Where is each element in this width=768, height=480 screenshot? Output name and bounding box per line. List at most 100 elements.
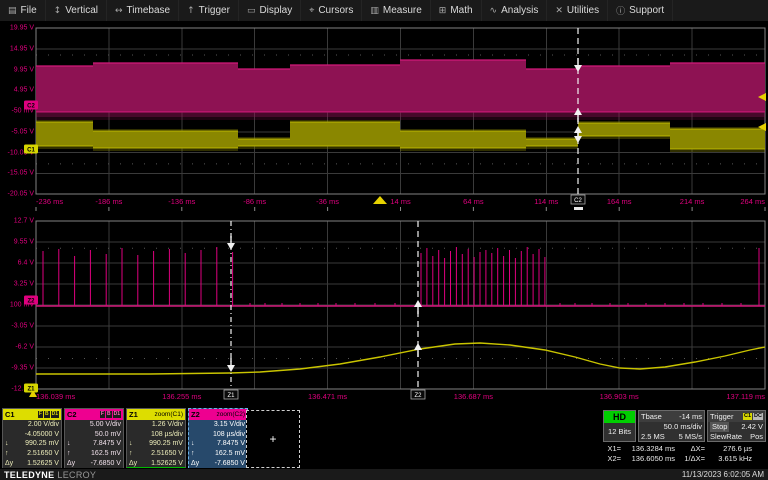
zoom-x-label: 136.903 ms (600, 392, 639, 401)
add-trace-box[interactable]: + (246, 410, 300, 468)
descriptor-z2[interactable]: Z2zoom(C2)3.15 V/div108 µs/div↓7.8475 V↑… (188, 408, 248, 469)
menu-math[interactable]: ⊞Math (431, 0, 482, 21)
menu-file[interactable]: ▤File (0, 0, 46, 21)
file-icon: ▤ (8, 6, 17, 16)
channel-badge: B (44, 411, 50, 418)
descriptor-row: 3.15 V/div (189, 420, 247, 430)
zoom-y-label: 12.7 V (0, 218, 34, 225)
c1-noise-fringe (526, 137, 578, 139)
menu-utilities[interactable]: ✕Utilities (547, 0, 608, 21)
datetime: 11/13/2023 6:02:05 AM (682, 470, 764, 479)
descriptor-row: 2.00 V/div (3, 420, 61, 430)
c1-waveform-band (290, 122, 400, 146)
c2-waveform-band (578, 66, 670, 112)
descriptor-z1[interactable]: Z1zoom(C1)1.26 V/div108 µs/div↓990.25 mV… (126, 408, 186, 469)
trigger-time-marker[interactable] (373, 196, 387, 204)
c1-noise-fringe (526, 146, 578, 149)
trigger-source-badge: C1 (743, 413, 752, 420)
c2-waveform-band (526, 69, 578, 112)
menu-cursors[interactable]: ⌖Cursors (301, 0, 362, 21)
cursor-readout: X1= 136.3284 ms ΔX= 276.6 µs X2= 136.605… (601, 444, 766, 464)
main-x-cursor-label-box (571, 195, 585, 204)
zoom-y-label: 6.4 V (0, 260, 34, 267)
c2-noise-fringe (36, 117, 765, 120)
brand-lecroy: LECROY (57, 470, 96, 480)
x1-cursor-label-box (224, 390, 238, 399)
dx-value: 276.6 µs (705, 444, 752, 454)
support-icon: ⓘ (616, 4, 625, 17)
main-x-label: 14 ms (390, 197, 410, 206)
c2-noise-fringe (36, 112, 765, 117)
x1-cursor-label: Z1 (227, 393, 235, 399)
c2-zero-marker[interactable] (24, 101, 38, 110)
x1-value: 136.3284 ms (621, 444, 675, 454)
invdx-label: 1/ΔX= (675, 454, 705, 464)
zoom-y-label: 9.55 V (0, 239, 34, 246)
c1-noise-fringe (400, 129, 526, 131)
trigger-type: SlewRate (710, 432, 742, 442)
descriptor-row: 1.26 V/div (127, 420, 185, 430)
trigger-slope: Pos (750, 432, 763, 442)
trigger-coupling-badge: DC (753, 413, 763, 420)
channel-badge: F (100, 411, 105, 418)
c1-noise-fringe (290, 120, 400, 122)
c1-zero-marker[interactable] (24, 145, 38, 154)
menu-measure[interactable]: ▥Measure (362, 0, 430, 21)
hd-bits: 12 Bits (604, 423, 635, 440)
zoom-x-label: 136.255 ms (162, 392, 201, 401)
menu-display[interactable]: ▭Display (239, 0, 301, 21)
trigger-level-marker[interactable] (758, 93, 766, 101)
math-icon: ⊞ (439, 6, 447, 16)
descriptor-header: C2FBD1 (65, 409, 123, 420)
main-y-label: 9.95 V (0, 66, 34, 73)
menu-vertical[interactable]: ↕Vertical (46, 0, 107, 21)
descriptor-row: ↓990.25 mV (3, 439, 61, 449)
c1-noise-fringe (93, 148, 238, 151)
c1-waveform-band (578, 123, 670, 136)
trigger-icon: ↑ (187, 6, 195, 16)
c2-waveform-band (36, 66, 93, 112)
hd-indicator[interactable]: HD 12 Bits (603, 410, 636, 442)
zoom-region-indicator[interactable] (574, 207, 583, 210)
descriptor-row: 108 µs/div (189, 430, 247, 440)
main-y-label: 14.95 V (0, 45, 34, 52)
c2-waveform-band (400, 60, 526, 112)
timebase-box[interactable]: Tbase -14 ms 50.0 ms/div 2.5 MS 5 MS/s (638, 410, 705, 442)
descriptor-c1[interactable]: C1FBD12.00 V/div-4.05000 V↓990.25 mV↑2.5… (2, 408, 62, 469)
utilities-icon: ✕ (555, 6, 563, 16)
channel-badge: D1 (113, 411, 121, 418)
trigger-level-marker[interactable] (758, 123, 766, 131)
zoom-y-label: -9.35 V (0, 365, 34, 372)
main-x-label: 114 ms (534, 197, 558, 206)
descriptor-header: Z2zoom(C2) (189, 409, 247, 420)
main-grid[interactable] (36, 28, 765, 194)
main-x-label: -186 ms (95, 197, 122, 206)
z2-zero-marker[interactable] (24, 296, 38, 305)
z1-zero-marker[interactable] (24, 384, 38, 393)
z1-waveform (36, 343, 765, 374)
descriptor-row: ↑162.5 mV (65, 449, 123, 459)
descriptor-header: C1FBD1 (3, 409, 61, 420)
timebase-icon: ↔ (115, 6, 123, 16)
zoom-x-label: 136.687 ms (454, 392, 493, 401)
c1-noise-fringe (400, 148, 526, 151)
main-y-label: -15.05 V (0, 170, 34, 177)
oscilloscope-screen: ▤File↕Vertical↔Timebase↑Trigger▭Display⌖… (0, 0, 768, 480)
menu-support[interactable]: ⓘSupport (608, 0, 673, 21)
channel-badge: D1 (51, 411, 59, 418)
descriptor-c2[interactable]: C2FBD15.00 V/div50.0 mV↓7.8475 V↑162.5 m… (64, 408, 124, 469)
menu-trigger[interactable]: ↑Trigger (179, 0, 239, 21)
menu-timebase[interactable]: ↔Timebase (107, 0, 179, 21)
c1-noise-fringe (578, 121, 670, 123)
zoom-grid[interactable] (36, 221, 765, 389)
zoom-source: zoom(C2) (216, 411, 245, 418)
channel-badge: F (38, 411, 43, 418)
brand-teledyne: TELEDYNE (4, 470, 54, 480)
x1-label: X1= (601, 444, 621, 454)
menu-analysis[interactable]: ∿Analysis (482, 0, 548, 21)
main-x-cursor-label: C2 (574, 198, 582, 204)
c2-waveform-band (93, 63, 238, 112)
invdx-value: 3.615 kHz (705, 454, 752, 464)
trigger-box[interactable]: Trigger C1 DC Stop 2.42 V SlewRate Pos (707, 410, 766, 442)
c1-noise-fringe (578, 136, 670, 139)
